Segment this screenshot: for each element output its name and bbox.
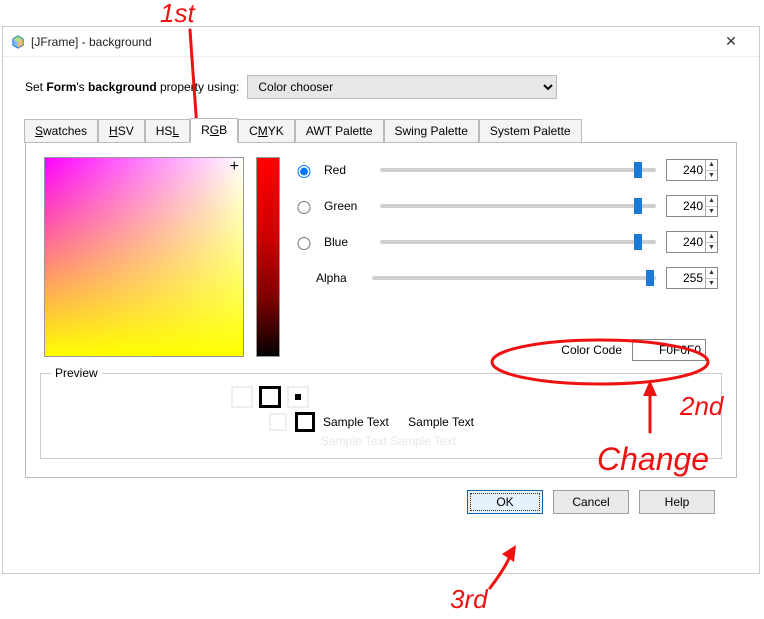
red-slider[interactable] bbox=[380, 168, 656, 172]
red-row: Red ▲▼ bbox=[292, 159, 718, 181]
green-spinner[interactable]: ▲▼ bbox=[666, 195, 718, 217]
spinner-up-icon[interactable]: ▲ bbox=[706, 196, 717, 207]
tab-bar: Swatches HSV HSL RGB CMYK AWT Palette Sw… bbox=[24, 117, 737, 142]
titlebar: [JFrame] - background ✕ bbox=[3, 27, 759, 57]
preview-legend: Preview bbox=[51, 366, 102, 380]
blue-radio[interactable] bbox=[297, 237, 311, 250]
spinner-up-icon[interactable]: ▲ bbox=[706, 268, 717, 279]
preview-swatch-3 bbox=[287, 386, 309, 408]
dialog-footer: OK Cancel Help bbox=[25, 478, 737, 514]
blue-value-input[interactable] bbox=[667, 232, 705, 252]
spinner-up-icon[interactable]: ▲ bbox=[706, 232, 717, 243]
color-dialog: [JFrame] - background ✕ Set Form's backg… bbox=[2, 26, 760, 574]
spinner-down-icon[interactable]: ▼ bbox=[706, 279, 717, 289]
red-value-input[interactable] bbox=[667, 160, 705, 180]
annotation-1st: 1st bbox=[160, 0, 196, 28]
alpha-row: Alpha ▲▼ bbox=[292, 267, 718, 289]
preview-swatch-1 bbox=[231, 386, 253, 408]
tab-hsl[interactable]: HSL bbox=[145, 119, 190, 143]
alpha-spinner[interactable]: ▲▼ bbox=[666, 267, 718, 289]
property-header: Set Form's background property using: Co… bbox=[25, 75, 737, 99]
red-radio[interactable] bbox=[297, 165, 311, 178]
app-icon bbox=[11, 35, 25, 49]
channel-sliders: Red ▲▼ Green ▲▼ bbox=[292, 157, 718, 357]
blue-spinner[interactable]: ▲▼ bbox=[666, 231, 718, 253]
green-row: Green ▲▼ bbox=[292, 195, 718, 217]
dialog-body: Set Form's background property using: Co… bbox=[3, 57, 759, 526]
alpha-value-input[interactable] bbox=[667, 268, 705, 288]
tab-swing-palette[interactable]: Swing Palette bbox=[384, 119, 479, 143]
red-label: Red bbox=[324, 163, 370, 177]
tab-swatches[interactable]: Swatches bbox=[24, 119, 98, 143]
spinner-down-icon[interactable]: ▼ bbox=[706, 243, 717, 253]
tab-hsv[interactable]: HSV bbox=[98, 119, 145, 143]
sample-text-2: Sample Text bbox=[408, 415, 474, 429]
property-label: Set Form's background property using: bbox=[25, 80, 239, 94]
green-value-input[interactable] bbox=[667, 196, 705, 216]
alpha-slider[interactable] bbox=[372, 276, 656, 280]
alpha-label: Alpha bbox=[316, 271, 362, 285]
preview-swatch-4 bbox=[269, 413, 287, 431]
tab-awt-palette[interactable]: AWT Palette bbox=[295, 119, 384, 143]
blue-slider[interactable] bbox=[380, 240, 656, 244]
annotation-3rd: 3rd bbox=[450, 584, 489, 614]
green-radio[interactable] bbox=[297, 201, 311, 214]
tab-rgb[interactable]: RGB bbox=[190, 118, 238, 143]
spinner-down-icon[interactable]: ▼ bbox=[706, 171, 717, 181]
cancel-button[interactable]: Cancel bbox=[553, 490, 629, 514]
spinner-up-icon[interactable]: ▲ bbox=[706, 160, 717, 171]
preview-group: Preview Sample Text Sample Text Sample T… bbox=[26, 362, 736, 467]
help-button[interactable]: Help bbox=[639, 490, 715, 514]
sample-text-1: Sample Text bbox=[323, 415, 389, 429]
preview-swatch-5 bbox=[295, 412, 315, 432]
tab-cmyk[interactable]: CMYK bbox=[238, 119, 295, 143]
gradient-cursor-icon: + bbox=[230, 162, 239, 172]
spinner-down-icon[interactable]: ▼ bbox=[706, 207, 717, 217]
ok-button[interactable]: OK bbox=[467, 490, 543, 514]
color-code-input[interactable] bbox=[632, 339, 706, 361]
hue-bar[interactable] bbox=[256, 157, 280, 357]
window-title: [JFrame] - background bbox=[31, 35, 711, 49]
editor-selector[interactable]: Color chooser bbox=[247, 75, 557, 99]
blue-label: Blue bbox=[324, 235, 370, 249]
color-code-row: Color Code bbox=[561, 339, 706, 361]
red-spinner[interactable]: ▲▼ bbox=[666, 159, 718, 181]
close-button[interactable]: ✕ bbox=[711, 28, 751, 56]
blue-row: Blue ▲▼ bbox=[292, 231, 718, 253]
color-gradient[interactable]: + bbox=[44, 157, 244, 357]
preview-swatch-2 bbox=[259, 386, 281, 408]
tab-system-palette[interactable]: System Palette bbox=[479, 119, 582, 143]
sample-text-ghost: Sample Text Sample Text bbox=[321, 434, 711, 448]
rgb-panel: + Red ▲▼ Green bbox=[25, 142, 737, 478]
color-code-label: Color Code bbox=[561, 343, 622, 357]
green-slider[interactable] bbox=[380, 204, 656, 208]
green-label: Green bbox=[324, 199, 370, 213]
